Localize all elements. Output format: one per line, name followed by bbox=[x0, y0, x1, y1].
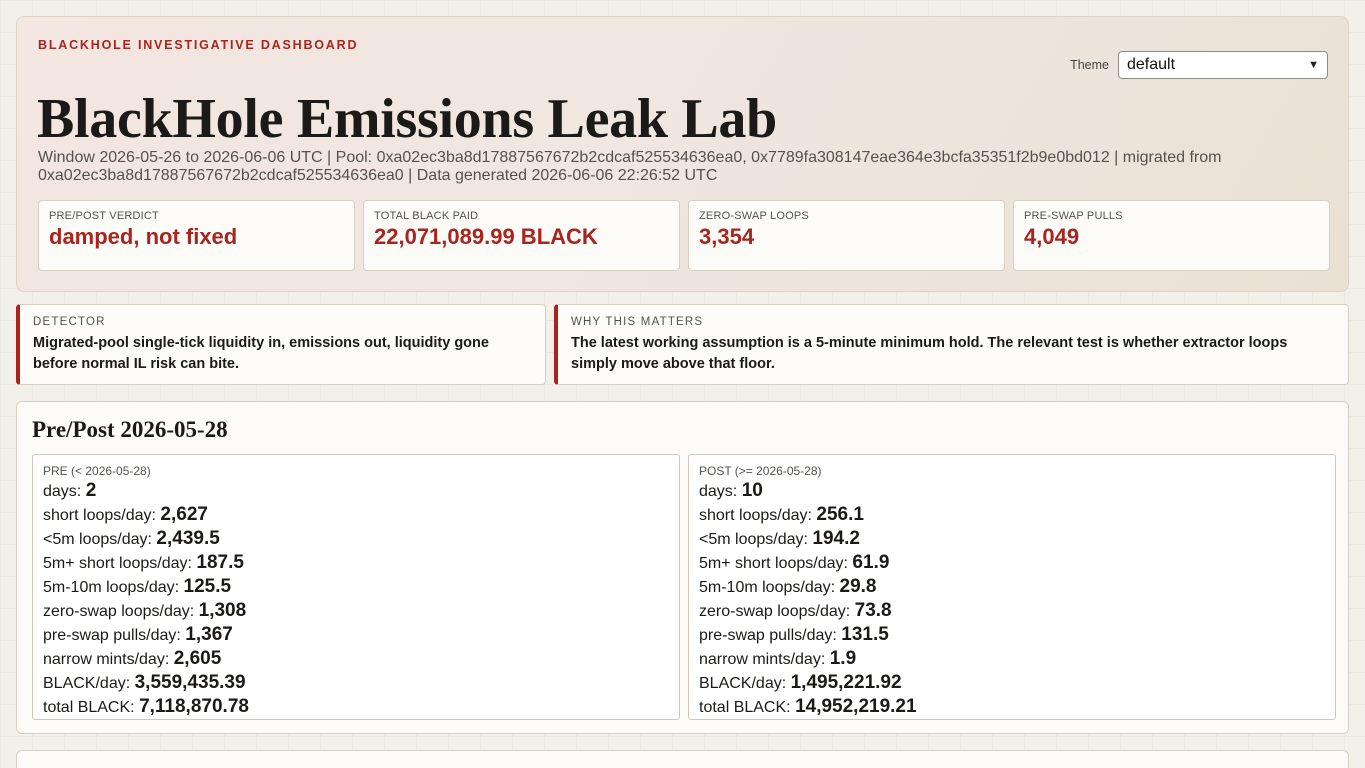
stat-row: total BLACK: 14,952,219.21 bbox=[699, 695, 1325, 719]
stat-row: narrow mints/day: 2,605 bbox=[43, 647, 669, 671]
stat-value: 10 bbox=[741, 480, 763, 501]
callouts: DETECTOR Migrated-pool single-tick liqui… bbox=[16, 304, 1349, 385]
dashboard-header: BLACKHOLE INVESTIGATIVE DASHBOARD Theme … bbox=[16, 16, 1349, 292]
pre-panel: PRE (< 2026-05-28) days: 2 short loops/d… bbox=[32, 454, 680, 720]
stat-value: 2,605 bbox=[173, 648, 222, 669]
stat-row: short loops/day: 2,627 bbox=[43, 503, 669, 527]
stat-row: days: 2 bbox=[43, 479, 669, 503]
stat-row: 5m-10m loops/day: 125.5 bbox=[43, 575, 669, 599]
callout-label: WHY THIS MATTERS bbox=[571, 316, 704, 328]
stat-value: 131.5 bbox=[841, 624, 889, 645]
stat-key: days: bbox=[699, 483, 738, 500]
stat-key: 5m+ short loops/day: bbox=[43, 555, 192, 572]
theme-label: Theme bbox=[1070, 58, 1109, 72]
kpi-value: 4,049 bbox=[1024, 224, 1080, 249]
theme-select[interactable]: default ▼ bbox=[1118, 51, 1328, 79]
next-section bbox=[16, 750, 1349, 768]
stat-key: 5m-10m loops/day: bbox=[699, 579, 836, 596]
stat-row: <5m loops/day: 2,439.5 bbox=[43, 527, 669, 551]
kpi-value: 22,071,089.99 BLACK bbox=[374, 224, 598, 249]
kpi-label: ZERO-SWAP LOOPS bbox=[699, 210, 809, 222]
stat-value: 1,308 bbox=[198, 600, 247, 621]
stat-row: BLACK/day: 3,559,435.39 bbox=[43, 671, 669, 695]
stat-value: 14,952,219.21 bbox=[795, 696, 917, 717]
stat-value: 73.8 bbox=[854, 600, 892, 621]
theme-control: Theme default ▼ bbox=[1070, 51, 1328, 79]
stat-value: 125.5 bbox=[183, 576, 232, 597]
stat-key: days: bbox=[43, 483, 82, 500]
stat-value: 187.5 bbox=[196, 552, 244, 573]
stat-value: 1,367 bbox=[185, 624, 233, 645]
stat-row: pre-swap pulls/day: 131.5 bbox=[699, 623, 1325, 647]
stat-key: 5m+ short loops/day: bbox=[699, 555, 848, 572]
stat-value: 1.9 bbox=[829, 648, 857, 669]
stat-key: zero-swap loops/day: bbox=[699, 603, 851, 620]
stat-value: 256.1 bbox=[816, 504, 864, 525]
stat-row: 5m-10m loops/day: 29.8 bbox=[699, 575, 1325, 599]
post-panel: POST (>= 2026-05-28) days: 10 short loop… bbox=[688, 454, 1336, 720]
dashboard-eyebrow: BLACKHOLE INVESTIGATIVE DASHBOARD bbox=[38, 38, 359, 52]
chevron-down-icon: ▼ bbox=[1308, 59, 1319, 71]
stat-key: narrow mints/day: bbox=[699, 651, 826, 668]
stat-key: <5m loops/day: bbox=[43, 531, 152, 548]
section-title: Pre/Post 2026-05-28 bbox=[32, 417, 228, 442]
stat-key: pre-swap pulls/day: bbox=[699, 627, 837, 644]
prepost-panels: PRE (< 2026-05-28) days: 2 short loops/d… bbox=[32, 454, 1336, 720]
stat-key: total BLACK: bbox=[699, 699, 791, 716]
callout-detector: DETECTOR Migrated-pool single-tick liqui… bbox=[16, 304, 546, 385]
stat-value: 2 bbox=[85, 480, 97, 501]
kpi-label: PRE/POST VERDICT bbox=[49, 210, 159, 222]
callout-text: Migrated-pool single-tick liquidity in, … bbox=[33, 335, 489, 372]
kpi-value: damped, not fixed bbox=[49, 224, 238, 249]
prepost-section: Pre/Post 2026-05-28 PRE (< 2026-05-28) d… bbox=[16, 401, 1349, 734]
stat-value: 3,559,435.39 bbox=[134, 672, 246, 693]
stat-row: pre-swap pulls/day: 1,367 bbox=[43, 623, 669, 647]
stat-value: 29.8 bbox=[839, 576, 877, 597]
kpi-value: 3,354 bbox=[699, 224, 755, 249]
stat-row: short loops/day: 256.1 bbox=[699, 503, 1325, 527]
kpi-row: PRE/POST VERDICT damped, not fixed TOTAL… bbox=[38, 200, 1330, 271]
kpi-label: PRE-SWAP PULLS bbox=[1024, 210, 1123, 222]
callout-why-this-matters: WHY THIS MATTERS The latest working assu… bbox=[554, 304, 1349, 385]
stat-key: narrow mints/day: bbox=[43, 651, 170, 668]
callout-label: DETECTOR bbox=[33, 316, 106, 328]
stat-row: BLACK/day: 1,495,221.92 bbox=[699, 671, 1325, 695]
stat-row: zero-swap loops/day: 73.8 bbox=[699, 599, 1325, 623]
kpi-zero-swap-loops: ZERO-SWAP LOOPS 3,354 bbox=[688, 200, 1005, 271]
stat-key: BLACK/day: bbox=[699, 675, 787, 692]
stat-value: 194.2 bbox=[812, 528, 860, 549]
stat-row: <5m loops/day: 194.2 bbox=[699, 527, 1325, 551]
stat-key: pre-swap pulls/day: bbox=[43, 627, 181, 644]
theme-select-value: default bbox=[1127, 56, 1176, 73]
stat-row: days: 10 bbox=[699, 479, 1325, 503]
callout-text: The latest working assumption is a 5-min… bbox=[571, 335, 1288, 372]
stat-key: short loops/day: bbox=[699, 507, 812, 524]
kpi-total-black-paid: TOTAL BLACK PAID 22,071,089.99 BLACK bbox=[363, 200, 680, 271]
stat-key: total BLACK: bbox=[43, 699, 135, 716]
panel-label: POST (>= 2026-05-28) bbox=[699, 464, 822, 478]
stat-value: 1,495,221.92 bbox=[790, 672, 902, 693]
kpi-label: TOTAL BLACK PAID bbox=[374, 210, 479, 222]
stat-row: total BLACK: 7,118,870.78 bbox=[43, 695, 669, 719]
page-title: BlackHole Emissions Leak Lab bbox=[37, 88, 777, 150]
kpi-pre-swap-pulls: PRE-SWAP PULLS 4,049 bbox=[1013, 200, 1330, 271]
stat-key: zero-swap loops/day: bbox=[43, 603, 195, 620]
stat-value: 2,627 bbox=[160, 504, 208, 525]
page-meta: Window 2026-05-26 to 2026-06-06 UTC | Po… bbox=[38, 149, 1222, 184]
stat-value: 61.9 bbox=[852, 552, 890, 573]
stat-key: short loops/day: bbox=[43, 507, 156, 524]
stat-row: 5m+ short loops/day: 61.9 bbox=[699, 551, 1325, 575]
kpi-verdict: PRE/POST VERDICT damped, not fixed bbox=[38, 200, 355, 271]
stat-key: <5m loops/day: bbox=[699, 531, 808, 548]
stat-value: 2,439.5 bbox=[156, 528, 220, 549]
stat-key: BLACK/day: bbox=[43, 675, 131, 692]
panel-label: PRE (< 2026-05-28) bbox=[43, 464, 151, 478]
stat-row: zero-swap loops/day: 1,308 bbox=[43, 599, 669, 623]
stat-key: 5m-10m loops/day: bbox=[43, 579, 180, 596]
stat-row: narrow mints/day: 1.9 bbox=[699, 647, 1325, 671]
stat-value: 7,118,870.78 bbox=[139, 696, 249, 717]
stat-row: 5m+ short loops/day: 187.5 bbox=[43, 551, 669, 575]
